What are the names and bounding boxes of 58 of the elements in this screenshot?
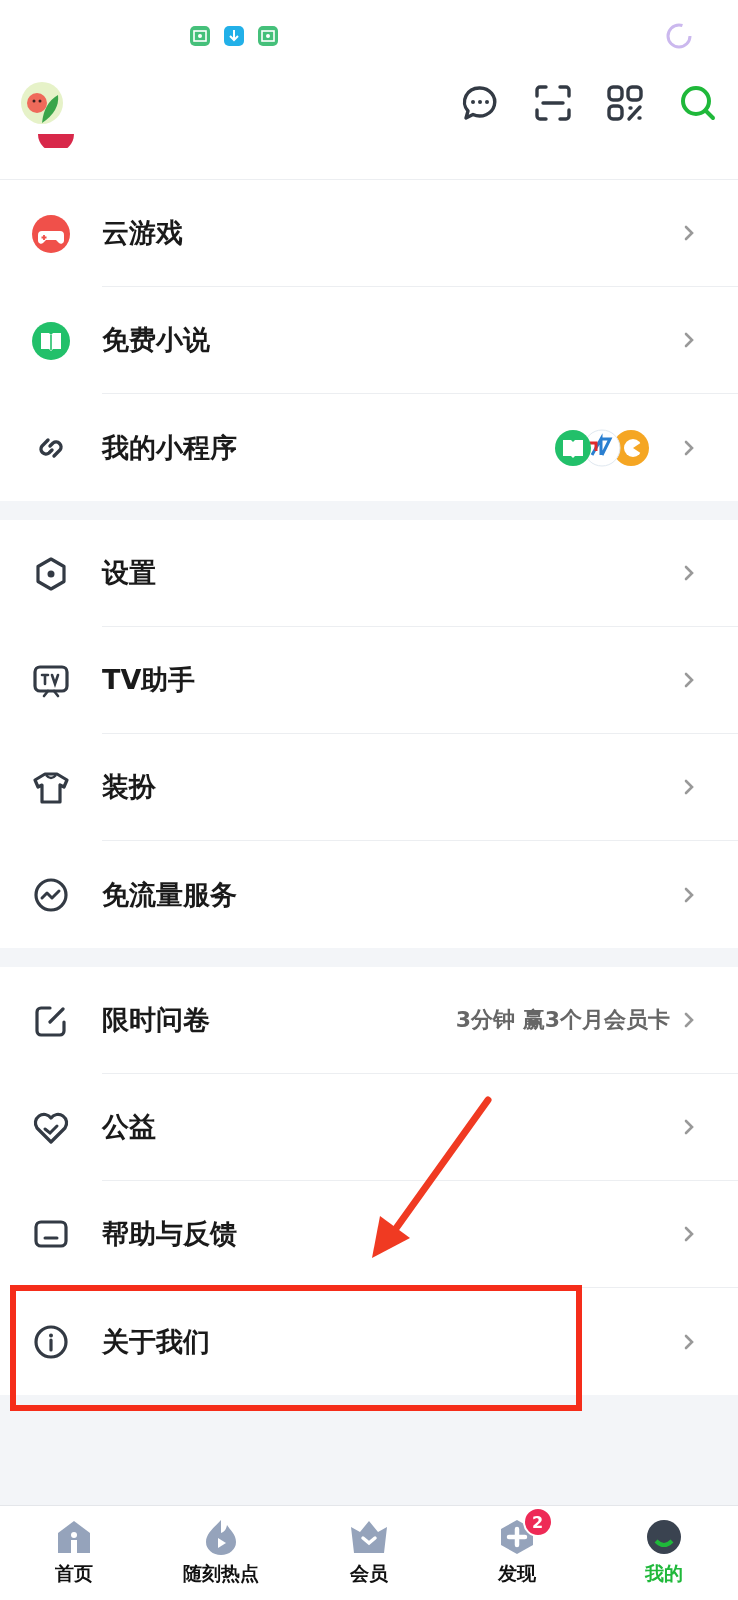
menu-item[interactable]: 我的小程序 xyxy=(0,394,738,501)
app-notification-icon xyxy=(258,26,278,46)
chevron-right-icon xyxy=(684,1226,694,1242)
info-icon xyxy=(33,1323,69,1360)
chevron-right-icon xyxy=(684,1012,694,1028)
avatar-icon[interactable] xyxy=(20,81,64,125)
plus-icon xyxy=(498,1519,535,1555)
search-icon[interactable] xyxy=(678,83,718,123)
tab[interactable]: 随刻热点 xyxy=(147,1506,296,1600)
book-icon xyxy=(32,321,70,360)
menu-item[interactable]: 关于我们 xyxy=(0,1288,738,1395)
app-icon xyxy=(38,134,74,148)
home-icon xyxy=(55,1519,92,1555)
chevron-right-icon xyxy=(684,886,694,903)
download-icon xyxy=(224,26,244,46)
menu-label: 免费小说 xyxy=(102,323,211,357)
menu-label: 设置 xyxy=(102,556,157,590)
menu-label: 公益 xyxy=(102,1110,157,1144)
notification-badge: 2 xyxy=(522,1507,553,1537)
menu-label: 我的小程序 xyxy=(102,430,238,465)
crown-icon xyxy=(349,1519,389,1555)
menu-item[interactable]: 免费小说 xyxy=(0,287,738,394)
chevron-right-icon xyxy=(684,1119,694,1135)
menu-item[interactable]: 免流量服务 xyxy=(0,841,738,948)
menu-label: 云游戏 xyxy=(102,216,184,250)
chevron-right-icon xyxy=(684,565,694,581)
chevron-right-icon xyxy=(684,672,694,688)
chevron-right-icon xyxy=(684,779,694,795)
chevron-right-icon xyxy=(684,225,694,241)
loading-ring-icon xyxy=(665,22,693,50)
settings-icon xyxy=(33,555,69,592)
menu-item[interactable]: 限时问卷 3分钟 赢3个月会员卡 xyxy=(0,967,738,1074)
scan-icon[interactable] xyxy=(534,84,572,122)
menu-label: 装扮 xyxy=(102,770,157,804)
tab[interactable]: 会员 xyxy=(295,1506,443,1600)
menu-label: 关于我们 xyxy=(102,1324,211,1359)
app-notification-icon xyxy=(190,26,210,46)
menu-label: 免流量服务 xyxy=(102,877,238,912)
chevron-right-icon xyxy=(684,439,694,456)
menu-item[interactable]: 公益 xyxy=(0,1074,738,1181)
chevron-right-icon xyxy=(684,1333,694,1350)
menu-item[interactable]: 装扮 xyxy=(0,734,738,841)
user-avatar-icon xyxy=(646,1519,683,1555)
promo-text: 3分钟 赢3个月会员卡 xyxy=(455,1006,670,1034)
tab[interactable]: 2 发现 xyxy=(442,1506,591,1600)
tv-icon xyxy=(32,662,70,699)
tab[interactable]: 首页 xyxy=(0,1506,148,1600)
menu-item[interactable]: TV助手 xyxy=(0,627,738,734)
chevron-right-icon xyxy=(684,332,694,348)
menu-item[interactable]: 设置 xyxy=(0,520,738,627)
gamepad-icon xyxy=(32,214,70,253)
shirt-icon xyxy=(32,769,70,806)
menu-item[interactable]: 云游戏 xyxy=(0,180,738,287)
menu-label: TV助手 xyxy=(102,663,197,697)
qr-code-icon[interactable] xyxy=(606,84,644,122)
wave-icon xyxy=(33,876,69,913)
menu-label: 帮助与反馈 xyxy=(102,1217,238,1251)
menu-label: 限时问卷 xyxy=(102,1003,211,1037)
